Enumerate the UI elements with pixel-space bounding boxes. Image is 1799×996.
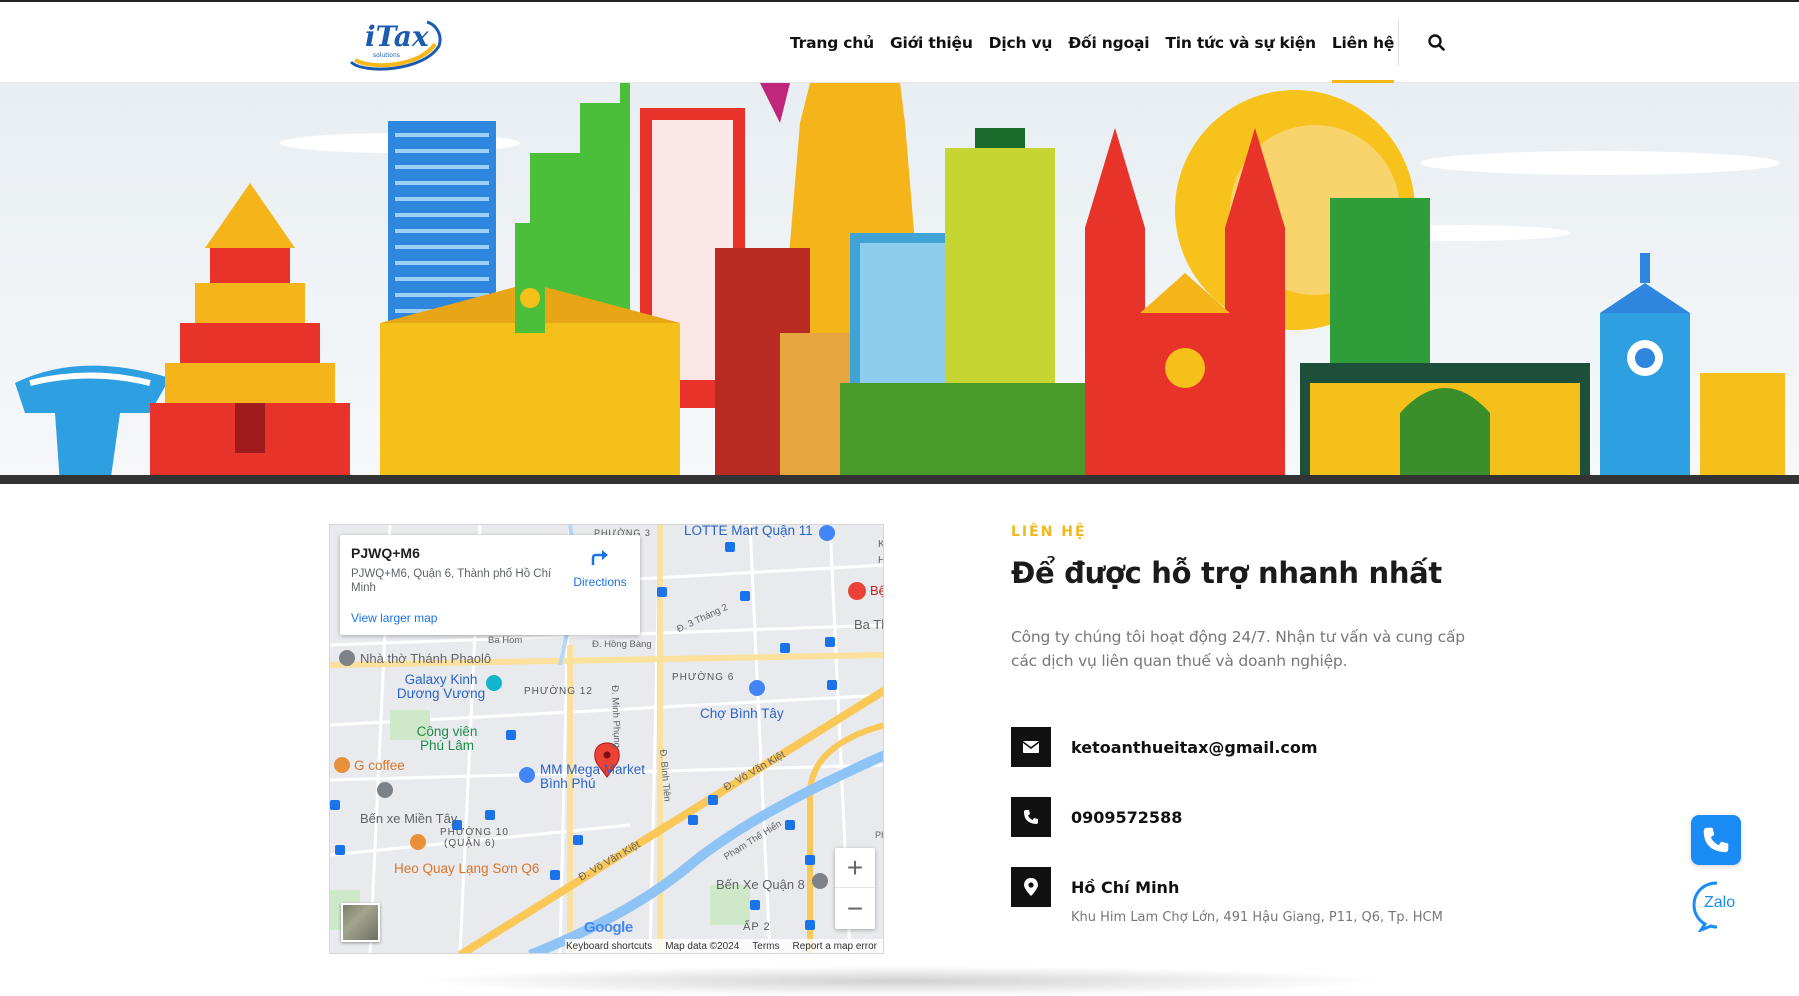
map-label-edge-ph: PH: [875, 830, 883, 840]
place-address: PJWQ+M6, Quận 6, Thành phố Hồ Chí Minh: [351, 568, 552, 594]
place-plus-code: PJWQ+M6: [351, 545, 420, 561]
map-label-galaxy: Galaxy Kinh Dương Vương: [396, 672, 486, 701]
map-data-text: Map data ©2024: [665, 940, 740, 952]
map-street-hong-bang: Đ. Hồng Bàng: [592, 639, 652, 650]
section-title: Để được hỗ trợ nhanh nhất: [1011, 556, 1442, 590]
nav-dich-vu[interactable]: Dịch vụ: [989, 2, 1053, 84]
floating-call-button[interactable]: [1691, 815, 1741, 865]
footer-shadow: [410, 966, 1390, 996]
hero-banner-skyline: [0, 83, 1799, 484]
contact-email[interactable]: ketoanthueitax@gmail.com: [1071, 738, 1318, 757]
map-label-edge-k: K: [878, 539, 883, 550]
terms-link[interactable]: Terms: [752, 941, 779, 952]
nav-gioi-thieu[interactable]: Giới thiệu: [890, 2, 973, 84]
phone-icon: [1703, 827, 1729, 853]
phone-icon: [1011, 797, 1051, 837]
map-label-cho-binh-tay: Chợ Bình Tây: [700, 706, 784, 721]
nav-tin-tuc[interactable]: Tin tức và sự kiện: [1165, 2, 1316, 84]
map-label-ben-xe-q8: Bến Xe Quận 8: [716, 877, 805, 892]
map-label-phuong-12: PHƯỜNG 12: [524, 686, 593, 697]
map-label-ap-2: ẤP 2: [743, 921, 771, 933]
nav-divider: [1398, 20, 1399, 66]
map-label-cong-vien: Công viên Phú Lâm: [416, 724, 478, 753]
contact-city: Hồ Chí Minh: [1071, 877, 1180, 897]
google-map-embed[interactable]: LOTTE Mart Quận 11 PHƯỜNG 3 Nhà thờ Thán…: [329, 524, 884, 954]
map-label-ben-xe-mien-tay: Bến xe Miền Tây: [360, 811, 458, 826]
map-zoom-controls: + −: [835, 848, 875, 929]
map-label-benh-vien: Bệ: [870, 583, 883, 598]
map-label-phuong-10: PHƯỜNG 10: [440, 827, 509, 838]
map-street-minh-phung: Đ. Minh Phụng: [609, 685, 623, 749]
map-label-gcoffee: G coffee: [354, 758, 405, 773]
map-label-lotte: LOTTE Mart Quận 11: [684, 524, 813, 538]
logo-wordmark: iTax: [365, 20, 429, 53]
keyboard-shortcuts-link[interactable]: Keyboard shortcuts: [566, 941, 652, 952]
search-icon[interactable]: [1424, 30, 1450, 56]
main-nav: Trang chủ Giới thiệu Dịch vụ Đối ngoại T…: [790, 2, 1410, 84]
map-label-quan-6: (QUẬN 6): [444, 838, 496, 849]
report-map-error-link[interactable]: Report a map error: [793, 941, 877, 952]
contact-phone[interactable]: 0909572588: [1071, 808, 1182, 827]
envelope-icon: [1011, 727, 1051, 767]
directions-button[interactable]: Directions: [565, 547, 635, 589]
map-label-edge-h: H: [878, 555, 883, 566]
map-street-ba-hom: Ba Hom: [488, 635, 523, 646]
zoom-out-button[interactable]: −: [835, 889, 875, 929]
directions-label: Directions: [573, 575, 627, 589]
map-label-nha-tho: Nhà thờ Thánh Phaolô: [360, 651, 492, 666]
nav-lien-he[interactable]: Liên hệ: [1331, 2, 1395, 84]
directions-icon: [591, 550, 608, 565]
map-marker-icon: [1011, 867, 1051, 907]
map-label-heo-quay: Heo Quay Lạng Sơn Q6: [394, 861, 540, 876]
map-label-ba-ti: Ba Tl: [854, 617, 884, 632]
zoom-in-button[interactable]: +: [835, 848, 875, 888]
map-label-mm-mega: MM Mega Market Bình Phú: [540, 762, 646, 791]
satellite-toggle[interactable]: [341, 903, 380, 942]
section-eyebrow: LIÊN HỆ: [1011, 524, 1087, 540]
contact-phone-row: 0909572588: [1011, 797, 1182, 837]
contact-section: LIÊN HỆ Để được hỗ trợ nhanh nhất Công t…: [1011, 524, 1491, 925]
map-place-card: PJWQ+M6 PJWQ+M6, Quận 6, Thành phố Hồ Ch…: [340, 535, 640, 635]
itax-logo[interactable]: iTax solutions: [343, 10, 445, 74]
contact-address: Khu Him Lam Chợ Lớn, 491 Hậu Giang, P11,…: [1071, 910, 1443, 925]
contact-location-row: Hồ Chí Minh: [1011, 867, 1179, 907]
zalo-label: Zalo: [1704, 894, 1736, 911]
contact-email-row: ketoanthueitax@gmail.com: [1011, 727, 1318, 767]
view-larger-map-link[interactable]: View larger map: [351, 611, 437, 625]
floating-zalo-button[interactable]: Zalo: [1691, 880, 1743, 934]
nav-trang-chu[interactable]: Trang chủ: [790, 2, 874, 84]
logo-tagline: solutions: [373, 52, 400, 59]
site-header: iTax solutions Trang chủ Giới thiệu Dịch…: [0, 0, 1799, 84]
google-logo: Google: [584, 919, 633, 936]
section-description: Công ty chúng tôi hoạt động 24/7. Nhận t…: [1011, 628, 1465, 670]
nav-doi-ngoai[interactable]: Đối ngoại: [1068, 2, 1149, 84]
map-label-phuong-6: PHƯỜNG 6: [672, 672, 735, 683]
map-footer: Keyboard shortcuts Map data ©2024 Terms …: [565, 939, 883, 953]
